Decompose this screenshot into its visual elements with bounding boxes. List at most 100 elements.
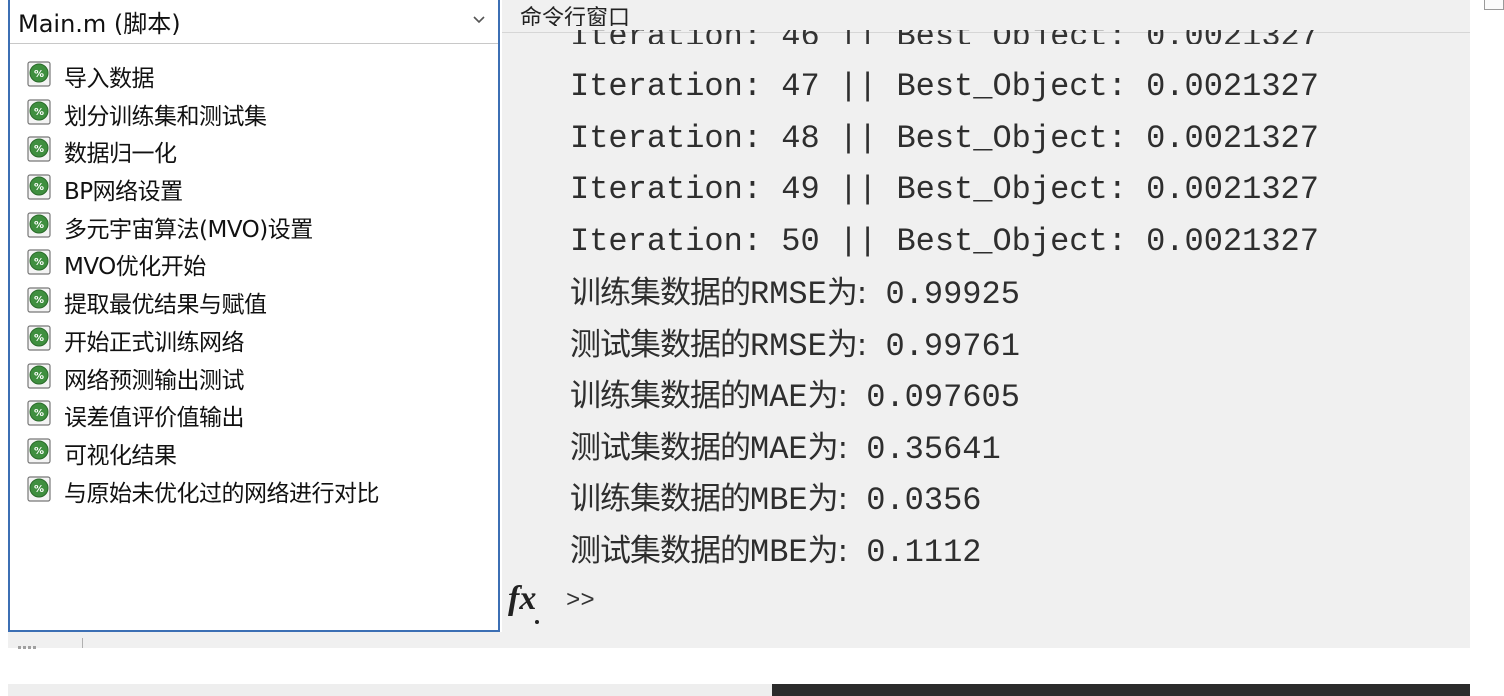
function-browser-icon[interactable]: fx <box>508 580 536 618</box>
metric-suffix: 为: <box>826 326 867 363</box>
section-item[interactable]: % 可视化结果 <box>10 434 498 472</box>
code-section-icon: % <box>27 99 51 125</box>
corner-button[interactable] <box>1484 0 1504 10</box>
metric-dataset: 训练集数据的 <box>570 481 751 517</box>
command-prompt[interactable]: >> <box>566 588 595 615</box>
metric-dataset: 训练集数据的 <box>570 275 751 311</box>
section-label: MVO优化开始 <box>64 254 206 281</box>
svg-text:%: % <box>34 107 44 118</box>
code-section-icon: % <box>27 212 51 238</box>
svg-text:%: % <box>34 182 44 193</box>
metric-value: 0.0356 <box>847 482 982 519</box>
metric-line: 测试集数据的MBE为: 0.1112 <box>570 529 1319 581</box>
metric-line: 训练集数据的RMSE为: 0.99925 <box>570 271 1319 323</box>
metric-value: 0.99925 <box>866 276 1020 313</box>
code-section-icon: % <box>27 287 51 313</box>
svg-text:%: % <box>34 408 44 419</box>
code-section-icon: % <box>27 475 51 502</box>
code-section-icon: % <box>27 362 51 389</box>
section-label: 导入数据 <box>64 66 155 92</box>
section-item[interactable]: % MVO优化开始 <box>10 245 498 283</box>
status-bar <box>8 632 1470 649</box>
svg-text:%: % <box>34 220 44 231</box>
svg-text:%: % <box>34 257 44 268</box>
section-label: BP网络设置 <box>64 179 183 206</box>
svg-text:%: % <box>34 69 44 80</box>
metric-name: MBE <box>750 482 808 519</box>
svg-text:%: % <box>34 144 44 155</box>
section-item[interactable]: % 误差值评价值输出 <box>10 396 498 434</box>
section-label: 与原始未优化过的网络进行对比 <box>64 480 380 507</box>
chevron-down-icon[interactable] <box>470 10 488 28</box>
section-item[interactable]: % BP网络设置 <box>10 170 498 208</box>
partial-output-line: Iteration: 46 || Best_Object: 0.0021327 <box>570 30 1319 44</box>
file-selector-dropdown[interactable]: Main.m (脚本) <box>10 0 498 44</box>
command-window[interactable]: 命令行窗口 Iteration: 46 || Best_Object: 0.00… <box>502 0 1470 632</box>
section-item[interactable]: % 数据归一化 <box>10 132 498 170</box>
code-section-icon: % <box>27 61 51 87</box>
section-label: 网络预测输出测试 <box>64 367 245 394</box>
code-section-icon: % <box>27 400 51 426</box>
metric-suffix: 为: <box>826 275 867 311</box>
section-label: 提取最优结果与赋值 <box>64 292 267 319</box>
metric-value: 0.35641 <box>847 430 1001 468</box>
metric-suffix: 为: <box>807 378 848 414</box>
metric-value: 0.99761 <box>866 327 1020 365</box>
iteration-line: Iteration: 50 || Best_Object: 0.0021327 <box>570 222 1319 260</box>
metric-value: 0.097605 <box>847 379 1020 416</box>
section-label: 数据归一化 <box>64 141 177 168</box>
resize-grip-icon[interactable] <box>18 646 38 649</box>
svg-text:%: % <box>34 295 44 306</box>
metric-name: RMSE <box>750 327 827 365</box>
section-item[interactable]: % 网络预测输出测试 <box>10 359 498 397</box>
metric-dataset: 测试集数据的 <box>570 532 751 569</box>
section-label: 误差值评价值输出 <box>64 405 245 432</box>
svg-text:%: % <box>34 446 44 457</box>
iteration-line: Iteration: 48 || Best_Object: 0.0021327 <box>570 119 1319 157</box>
code-section-icon: % <box>27 136 51 162</box>
svg-text:%: % <box>34 333 44 344</box>
section-item[interactable]: % 开始正式训练网络 <box>10 321 498 359</box>
svg-text:%: % <box>34 484 44 495</box>
metric-suffix: 为: <box>807 429 848 466</box>
status-separator <box>82 638 83 648</box>
code-section-icon: % <box>27 438 51 464</box>
metric-line: 测试集数据的MAE为: 0.35641 <box>570 426 1319 478</box>
metric-line: 训练集数据的MAE为: 0.097605 <box>570 374 1319 426</box>
iteration-line: Iteration: 49 || Best_Object: 0.0021327 <box>570 171 1319 208</box>
metric-suffix: 为: <box>807 481 848 517</box>
code-section-icon: % <box>27 174 51 200</box>
fx-dropdown-dot <box>535 620 539 624</box>
metric-dataset: 测试集数据的 <box>570 429 751 466</box>
metric-dataset: 训练集数据的 <box>570 378 751 414</box>
metric-value: 0.1112 <box>847 533 982 571</box>
section-list: % 导入数据 % 划分训练集和测试集 % 数据归一化 % BP网络设置 % 多元… <box>10 57 498 509</box>
section-item[interactable]: % 导入数据 <box>10 57 498 95</box>
iteration-line: Iteration: 47 || Best_Object: 0.0021327 <box>570 68 1319 105</box>
lower-bar-light <box>8 684 772 696</box>
lower-bar-dark <box>772 684 1470 696</box>
metric-name: MAE <box>750 430 808 468</box>
metric-name: MBE <box>750 533 808 571</box>
section-item[interactable]: % 与原始未优化过的网络进行对比 <box>10 472 498 510</box>
code-sections-panel: Main.m (脚本) % 导入数据 % 划分训练集和测试集 % 数据归一化 %… <box>8 0 500 632</box>
section-item[interactable]: % 提取最优结果与赋值 <box>10 283 498 321</box>
section-label: 开始正式训练网络 <box>64 329 245 356</box>
section-label: 划分训练集和测试集 <box>64 103 267 130</box>
metric-name: MAE <box>750 379 808 416</box>
command-window-title: 命令行窗口 <box>520 6 631 26</box>
section-item[interactable]: % 划分训练集和测试集 <box>10 95 498 133</box>
section-label: 可视化结果 <box>64 442 177 469</box>
metric-line: 训练集数据的MBE为: 0.0356 <box>570 477 1319 529</box>
file-title: Main.m (脚本) <box>18 10 181 38</box>
section-label: 多元宇宙算法(MVO)设置 <box>64 216 313 243</box>
code-section-icon: % <box>27 249 51 276</box>
metric-suffix: 为: <box>807 532 848 569</box>
metric-name: RMSE <box>750 276 827 313</box>
metric-dataset: 测试集数据的 <box>570 326 751 363</box>
section-item[interactable]: % 多元宇宙算法(MVO)设置 <box>10 208 498 246</box>
metric-line: 测试集数据的RMSE为: 0.99761 <box>570 323 1319 375</box>
code-section-icon: % <box>27 325 51 351</box>
svg-text:%: % <box>34 371 44 382</box>
output-lines: Iteration: 47 || Best_Object: 0.0021327 … <box>570 65 1319 580</box>
